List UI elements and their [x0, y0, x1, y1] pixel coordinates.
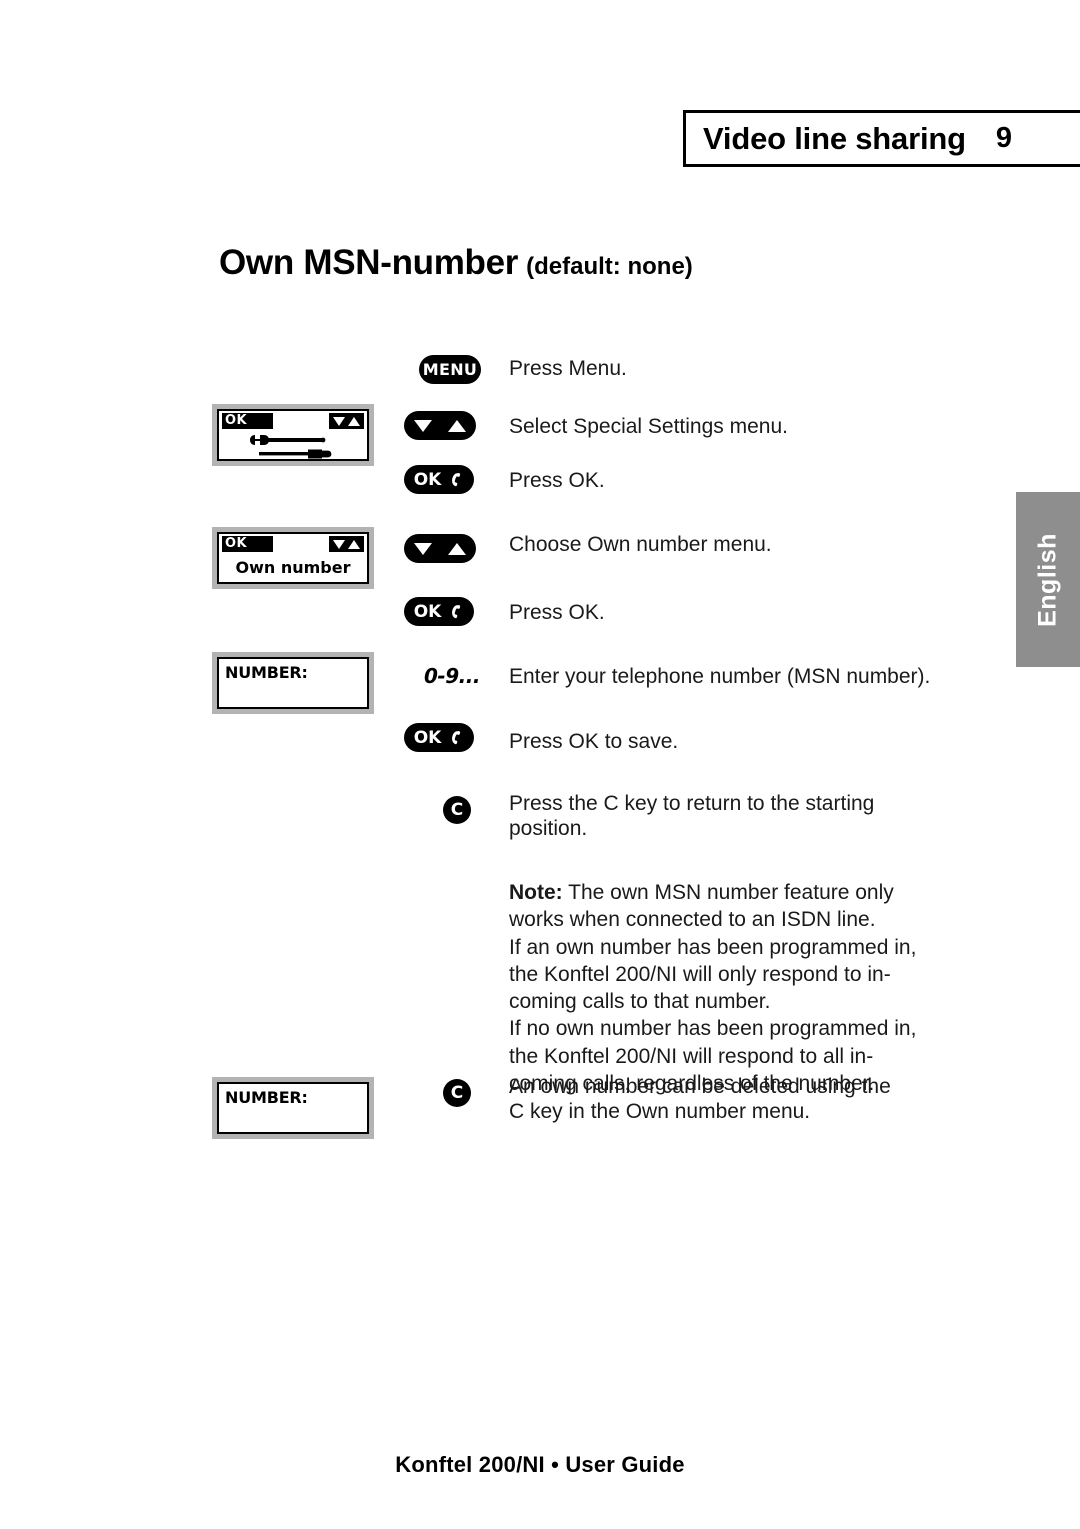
key-c: C — [443, 796, 471, 824]
page-footer: Konftel 200/NI • User Guide — [0, 1452, 1080, 1478]
arrow-up-icon — [348, 416, 360, 426]
language-tab-label: English — [1033, 532, 1062, 627]
key-menu: MENU — [419, 355, 481, 384]
key-c: C — [443, 1079, 471, 1107]
key-ok: OK — [404, 723, 474, 752]
key-scroll-arrows — [404, 534, 476, 563]
arrow-up-icon — [448, 542, 466, 555]
key-ok: OK — [404, 465, 474, 494]
page-title: Video line sharing — [703, 120, 966, 156]
display-number-label: NUMBER: — [225, 1088, 308, 1107]
step-text-enter-number: Enter your telephone number (MSN number)… — [509, 665, 931, 688]
step-text-press-ok-save: Press OK to save. — [509, 730, 679, 753]
display-ok-label: OK — [225, 413, 248, 428]
display-own-number-text: Own number — [235, 558, 351, 577]
key-c-label: C — [450, 1083, 464, 1103]
key-ok-label: OK — [413, 469, 442, 490]
display-number-delete: NUMBER: — [212, 1077, 374, 1139]
wrench-screwdriver-icon — [250, 435, 332, 459]
page-running-header: Video line sharing 9 — [683, 110, 1080, 167]
step-text-press-c: Press the C key to return to the startin… — [509, 792, 875, 840]
key-ok-label: OK — [413, 601, 442, 622]
arrow-down-icon — [414, 542, 432, 555]
key-digits: 0-9... — [424, 664, 480, 688]
arrow-down-icon — [414, 419, 432, 432]
display-own-number: OK Own number — [212, 527, 374, 589]
phone-handset-icon — [452, 605, 461, 619]
key-scroll-arrows — [404, 411, 476, 440]
note-body-1: The own MSN number feature only works wh… — [509, 881, 894, 932]
note-label: Note: — [509, 881, 563, 904]
display-ok-label: OK — [225, 536, 248, 551]
arrow-down-icon — [333, 416, 345, 426]
section-heading-main: Own MSN-number — [219, 243, 519, 282]
arrow-up-icon — [448, 419, 466, 432]
display-number-entry: NUMBER: — [212, 652, 374, 714]
footer-text: Konftel 200/NI • User Guide — [395, 1452, 685, 1477]
phone-handset-icon — [452, 473, 461, 487]
note-block: Note: The own MSN number feature only wo… — [509, 879, 929, 1097]
display-scroll-indicator — [329, 536, 364, 552]
display-number-label: NUMBER: — [225, 663, 308, 682]
section-heading: Own MSN-number (default: none) — [219, 243, 693, 283]
step-text-select-special-settings: Select Special Settings menu. — [509, 415, 788, 438]
step-text-press-ok-1: Press OK. — [509, 469, 605, 492]
note-body-2: If an own number has been programmed in,… — [509, 935, 917, 1014]
section-heading-default: (default: none) — [526, 253, 693, 280]
display-ok-tag: OK — [222, 413, 274, 429]
arrow-up-icon — [348, 539, 360, 549]
display-scroll-indicator — [329, 413, 364, 429]
key-ok-label: OK — [413, 727, 442, 748]
key-ok: OK — [404, 597, 474, 626]
step-text-press-menu: Press Menu. — [509, 357, 627, 380]
display-ok-tag: OK — [222, 536, 274, 552]
chapter-number: 9 — [995, 122, 1012, 154]
step-text-delete-own-number: An own number can be deleted using the C… — [509, 1075, 891, 1123]
key-menu-label: MENU — [422, 360, 478, 379]
phone-handset-icon — [452, 731, 461, 745]
arrow-down-icon — [333, 539, 345, 549]
language-tab-english: English — [1016, 492, 1080, 667]
step-text-press-ok-2: Press OK. — [509, 601, 605, 624]
display-special-settings: OK — [212, 404, 374, 466]
key-c-label: C — [450, 800, 464, 820]
step-text-choose-own-number: Choose Own number menu. — [509, 533, 772, 556]
